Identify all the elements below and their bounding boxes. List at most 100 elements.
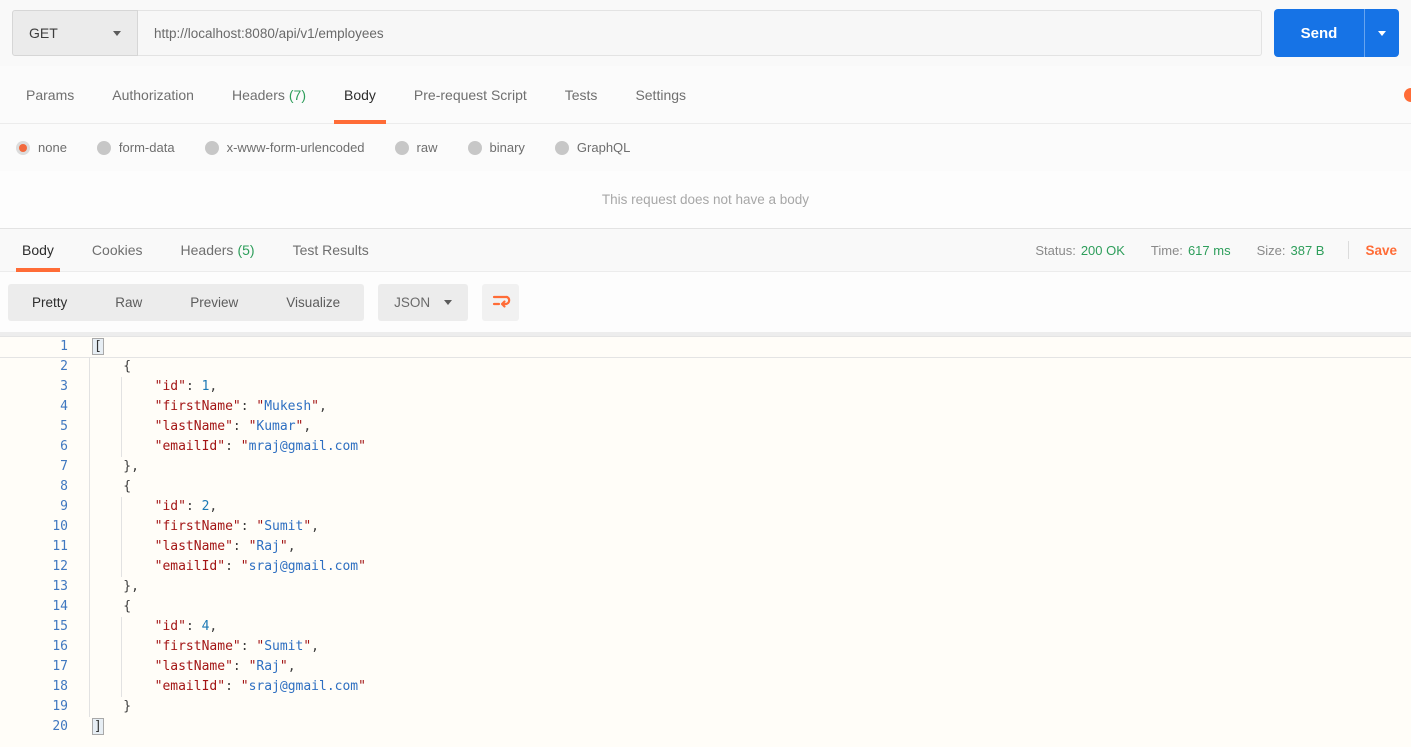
meta-label: Status: bbox=[1035, 242, 1076, 258]
request-tab-tests[interactable]: Tests bbox=[553, 66, 610, 123]
code-text: "emailId": "sraj@gmail.com" bbox=[154, 559, 366, 574]
view-visualize[interactable]: Visualize bbox=[262, 284, 364, 321]
request-tab-body[interactable]: Body bbox=[332, 66, 388, 124]
response-tab-cookies[interactable]: Cookies bbox=[84, 229, 151, 271]
tab-label: Test Results bbox=[292, 242, 369, 258]
request-tab-headers[interactable]: Headers (7) bbox=[220, 66, 318, 123]
code-line[interactable]: 3 "id": 1, bbox=[0, 377, 1411, 397]
code-line[interactable]: 16 "firstName": "Sumit", bbox=[0, 637, 1411, 657]
tab-label: Headers bbox=[231, 86, 285, 103]
body-type-raw[interactable]: raw bbox=[394, 140, 438, 155]
response-editor[interactable]: 1[2 {3 "id": 1, 4 "firstName": "Mukesh", 5… bbox=[0, 332, 1411, 747]
view-raw[interactable]: Raw bbox=[91, 284, 166, 321]
code-line[interactable]: 4 "firstName": "Mukesh", bbox=[0, 397, 1411, 417]
wrap-text-button[interactable] bbox=[482, 283, 520, 321]
meta-divider bbox=[1348, 241, 1350, 259]
code-text: } bbox=[92, 699, 132, 714]
code-line[interactable]: 14 { bbox=[0, 597, 1411, 617]
language-label: JSON bbox=[394, 294, 431, 310]
radio-icon bbox=[16, 140, 30, 155]
method-label: GET bbox=[29, 25, 58, 41]
radio-icon bbox=[394, 140, 409, 155]
response-tab-body[interactable]: Body bbox=[14, 229, 62, 272]
indent-guide bbox=[121, 497, 122, 577]
code-text: { bbox=[92, 479, 132, 494]
response-tab-test-results[interactable]: Test Results bbox=[285, 229, 377, 271]
comment-badge-icon[interactable] bbox=[1404, 88, 1411, 102]
code-line[interactable]: 8 { bbox=[0, 477, 1411, 497]
code-text: }, bbox=[92, 459, 139, 474]
code-line[interactable]: 19 } bbox=[0, 697, 1411, 717]
line-number: 18 bbox=[52, 679, 68, 694]
view-pretty[interactable]: Pretty bbox=[8, 284, 91, 321]
body-type-binary[interactable]: binary bbox=[467, 140, 525, 155]
request-bar: GET http://localhost:8080/api/v1/employe… bbox=[0, 0, 1411, 66]
radio-icon bbox=[96, 140, 111, 155]
method-select[interactable]: GET bbox=[12, 10, 138, 56]
meta-status: Status: 200 OK bbox=[1035, 243, 1125, 258]
code-line[interactable]: 9 "id": 2, bbox=[0, 497, 1411, 517]
code-text: "id": 1, bbox=[154, 379, 218, 394]
line-number: 15 bbox=[52, 619, 68, 634]
request-tab-authorization[interactable]: Authorization bbox=[100, 66, 206, 123]
line-number: 16 bbox=[52, 639, 68, 654]
view-preview[interactable]: Preview bbox=[166, 284, 262, 321]
tab-label: Settings bbox=[635, 86, 687, 103]
code-line[interactable]: 6 "emailId": "mraj@gmail.com" bbox=[0, 437, 1411, 457]
save-response-link[interactable]: Save bbox=[1365, 243, 1397, 258]
code-line[interactable]: 20] bbox=[0, 717, 1411, 737]
code-line[interactable]: 11 "lastName": "Raj", bbox=[0, 537, 1411, 557]
url-input[interactable]: http://localhost:8080/api/v1/employees bbox=[138, 10, 1262, 56]
line-number: 2 bbox=[60, 359, 68, 374]
line-number: 12 bbox=[52, 559, 68, 574]
line-number: 4 bbox=[60, 399, 68, 414]
response-tabs: Body Cookies Headers (5) Test Results bbox=[14, 229, 399, 272]
code-text: }, bbox=[92, 579, 139, 594]
request-tab-settings[interactable]: Settings bbox=[623, 66, 698, 123]
response-toolbar: Pretty Raw Preview Visualize JSON bbox=[0, 272, 1411, 332]
code-line[interactable]: 15 "id": 4, bbox=[0, 617, 1411, 637]
request-tab-pre-request-script[interactable]: Pre-request Script bbox=[402, 66, 539, 123]
tab-label: Authorization bbox=[112, 86, 194, 103]
code-text: "firstName": "Sumit", bbox=[154, 639, 319, 654]
code-text: "firstName": "Mukesh", bbox=[154, 399, 327, 414]
code-text: "firstName": "Sumit", bbox=[154, 519, 319, 534]
line-number: 7 bbox=[60, 459, 68, 474]
code-line[interactable]: 18 "emailId": "sraj@gmail.com" bbox=[0, 677, 1411, 697]
language-select[interactable]: JSON bbox=[378, 283, 469, 321]
body-type-none[interactable]: none bbox=[16, 140, 67, 155]
radio-icon bbox=[554, 140, 569, 155]
code-line[interactable]: 2 { bbox=[0, 357, 1411, 377]
tab-label: Tests bbox=[564, 86, 598, 103]
send-button[interactable]: Send bbox=[1274, 9, 1364, 57]
view-switch: Pretty Raw Preview Visualize bbox=[8, 283, 365, 321]
line-number: 17 bbox=[52, 659, 68, 674]
code-text: "lastName": "Raj", bbox=[154, 659, 296, 674]
line-number: 5 bbox=[60, 419, 68, 434]
indent-guide bbox=[89, 357, 90, 717]
code-line[interactable]: 1[ bbox=[0, 337, 1411, 357]
meta-time: Time: 617 ms bbox=[1151, 243, 1231, 258]
meta-label: Time: bbox=[1150, 242, 1183, 258]
code-line[interactable]: 12 "emailId": "sraj@gmail.com" bbox=[0, 557, 1411, 577]
radio-label: form-data bbox=[118, 140, 175, 155]
chevron-down-icon bbox=[1378, 30, 1386, 36]
send-options-button[interactable] bbox=[1364, 9, 1399, 57]
code-text: "lastName": "Kumar", bbox=[154, 419, 312, 434]
body-type-form-data[interactable]: form-data bbox=[96, 140, 175, 155]
chevron-down-icon bbox=[444, 299, 453, 305]
code-line[interactable]: 13 }, bbox=[0, 577, 1411, 597]
body-type-graphql[interactable]: GraphQL bbox=[554, 140, 630, 155]
code-text: "lastName": "Raj", bbox=[154, 539, 296, 554]
code-line[interactable]: 7 }, bbox=[0, 457, 1411, 477]
code-text: ] bbox=[92, 718, 104, 735]
code-line[interactable]: 10 "firstName": "Sumit", bbox=[0, 517, 1411, 537]
code-line[interactable]: 17 "lastName": "Raj", bbox=[0, 657, 1411, 677]
body-type-x-www-form-urlencoded[interactable]: x-www-form-urlencoded bbox=[204, 140, 365, 155]
body-type-row: none form-data x-www-form-urlencoded raw bin… bbox=[0, 124, 1411, 171]
request-tab-params[interactable]: Params bbox=[14, 66, 86, 123]
code-line[interactable]: 5 "lastName": "Kumar", bbox=[0, 417, 1411, 437]
code-text: [ bbox=[92, 338, 104, 355]
postman-app: GET http://localhost:8080/api/v1/employe… bbox=[0, 0, 1411, 747]
response-tab-headers[interactable]: Headers (5) bbox=[173, 229, 263, 271]
